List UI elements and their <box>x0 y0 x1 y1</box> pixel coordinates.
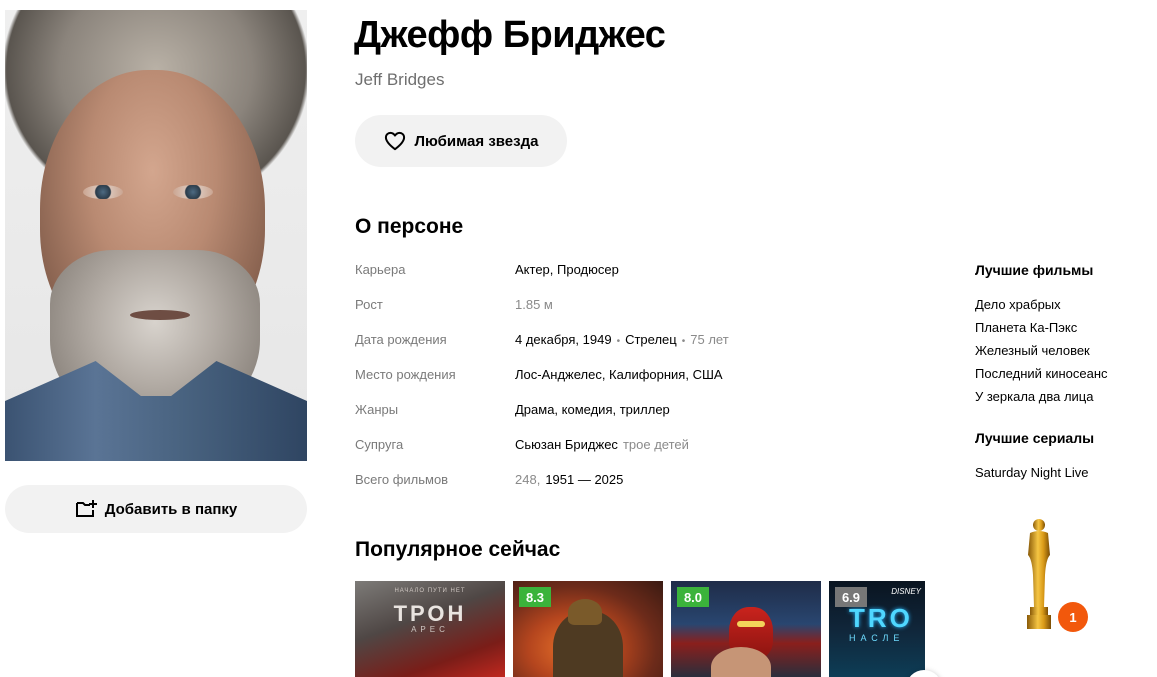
poster-art-title: ТРОН <box>393 601 467 626</box>
folder-add-icon <box>75 500 97 517</box>
rating-badge: 6.9 <box>835 587 867 607</box>
rating-badge: 8.0 <box>677 587 709 607</box>
info-key: Всего фильмов <box>355 472 449 487</box>
info-key: Дата рождения <box>355 332 447 347</box>
person-original-name: Jeff Bridges <box>355 70 445 89</box>
poster-art-title: TRO <box>849 603 913 633</box>
heart-icon <box>384 131 405 151</box>
children-value: трое детей <box>622 437 689 452</box>
total-films-count: 248, <box>515 472 541 487</box>
popular-poster[interactable]: 8.0 <box>671 581 821 677</box>
info-key: Место рождения <box>355 367 456 382</box>
favorite-star-button[interactable]: Любимая звезда <box>355 115 567 167</box>
favorite-star-label: Любимая звезда <box>414 132 539 150</box>
info-row-spouse: Супруга Сьюзан Бриджес трое детей <box>355 437 915 457</box>
person-name: Джефф Бриджес <box>354 14 666 56</box>
spouse-value[interactable]: Сьюзан Бриджес <box>515 437 618 452</box>
zodiac-value[interactable]: Стрелец <box>625 332 677 347</box>
info-row-genres: Жанры Драма, комедия, триллер <box>355 402 915 422</box>
best-film-link[interactable]: Планета Ка-Пэкс <box>975 320 1077 335</box>
poster-art-subtitle: НАСЛЕ <box>849 633 905 643</box>
separator-dot: • <box>681 336 686 347</box>
person-page: Добавить в папку Джефф Бриджес Jeff Brid… <box>0 0 1157 677</box>
career-value[interactable]: Актер, Продюсер <box>515 262 619 277</box>
info-key: Рост <box>355 297 383 312</box>
info-row-career: Карьера Актер, Продюсер <box>355 262 915 282</box>
poster-art-subtitle: АРЕС <box>411 625 449 634</box>
best-series-link[interactable]: Saturday Night Live <box>975 465 1088 480</box>
oscar-count-badge: 1 <box>1058 602 1088 632</box>
best-film-link[interactable]: Железный человек <box>975 343 1090 358</box>
add-to-folder-button[interactable]: Добавить в папку <box>5 485 307 533</box>
info-row-total-films: Всего фильмов 248, 1951 — 2025 <box>355 472 915 492</box>
rating-badge: 8.3 <box>519 587 551 607</box>
info-row-height: Рост 1.85 м <box>355 297 915 317</box>
birthplace-value[interactable]: Лос-Анджелес, Калифорния, США <box>515 367 723 382</box>
about-title: О персоне <box>355 215 464 238</box>
best-series-title: Лучшие сериалы <box>975 430 1095 446</box>
info-key: Супруга <box>355 437 404 452</box>
best-films-title: Лучшие фильмы <box>975 262 1094 278</box>
add-to-folder-label: Добавить в папку <box>104 500 238 518</box>
best-film-link[interactable]: У зеркала два лица <box>975 389 1094 404</box>
birthdate-value[interactable]: 4 декабря, 1949 <box>515 332 612 347</box>
info-key: Жанры <box>355 402 399 417</box>
popular-poster[interactable]: DISNEY TRO НАСЛЕ 6.9 <box>829 581 925 677</box>
best-film-link[interactable]: Дело храбрых <box>975 297 1061 312</box>
poster-tagline: НАЧАЛО ПУТИ НЕТ <box>394 588 466 594</box>
info-row-birthdate: Дата рождения 4 декабря, 1949 • Стрелец … <box>355 332 915 352</box>
films-year-range[interactable]: 1951 — 2025 <box>545 472 623 487</box>
poster-brand: DISNEY <box>891 587 921 596</box>
popular-poster[interactable]: НАЧАЛО ПУТИ НЕТ ТРОН АРЕС <box>355 581 505 677</box>
popular-title: Популярное сейчас <box>355 538 561 561</box>
genres-value[interactable]: Драма, комедия, триллер <box>515 402 670 417</box>
info-row-birthplace: Место рождения Лос-Анджелес, Калифорния,… <box>355 367 915 387</box>
person-photo <box>5 10 307 461</box>
best-film-link[interactable]: Последний киносеанс <box>975 366 1108 381</box>
separator-dot: • <box>616 336 621 347</box>
age-value: 75 лет <box>690 332 729 347</box>
height-value: 1.85 м <box>515 297 553 312</box>
oscar-statuette-icon[interactable] <box>1016 515 1062 635</box>
popular-poster[interactable]: 8.3 <box>513 581 663 677</box>
info-key: Карьера <box>355 262 406 277</box>
